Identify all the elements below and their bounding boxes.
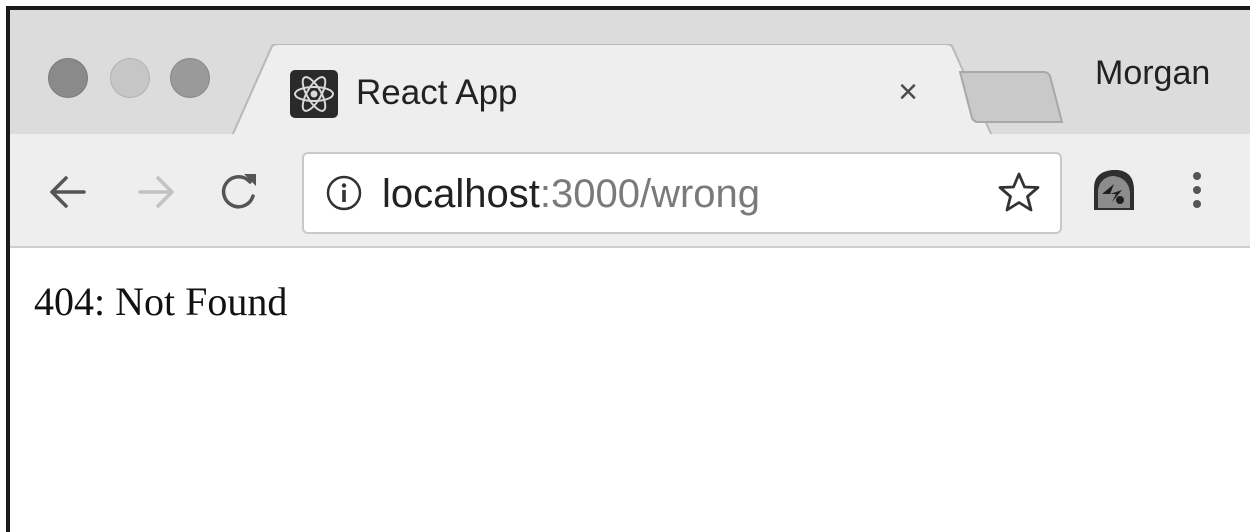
kebab-menu-icon[interactable] bbox=[1182, 160, 1212, 220]
browser-window: React App × Morgan localhost:3000/wrong … bbox=[6, 6, 1250, 532]
star-icon[interactable] bbox=[996, 170, 1042, 216]
profile-name[interactable]: Morgan bbox=[1095, 48, 1210, 98]
window-close-button[interactable] bbox=[48, 58, 88, 98]
tab-react-app[interactable]: React App × bbox=[232, 44, 992, 134]
new-tab-button[interactable] bbox=[956, 66, 1064, 128]
tab-title: React App bbox=[356, 73, 518, 112]
window-minimize-button[interactable] bbox=[110, 58, 150, 98]
info-icon[interactable] bbox=[324, 173, 364, 213]
window-zoom-button[interactable] bbox=[170, 58, 210, 98]
page-viewport: 404: Not Found bbox=[10, 248, 1250, 532]
not-found-message: 404: Not Found bbox=[34, 279, 288, 324]
react-logo-icon bbox=[290, 70, 338, 118]
toolbar: localhost:3000/wrong bbox=[10, 134, 1250, 248]
tab-close-icon[interactable]: × bbox=[886, 70, 930, 114]
url-path: :3000/wrong bbox=[539, 172, 761, 216]
reload-icon[interactable] bbox=[210, 164, 266, 220]
url-host: localhost bbox=[382, 172, 540, 216]
url-text[interactable]: localhost:3000/wrong bbox=[382, 168, 760, 220]
tab-strip: React App × Morgan bbox=[10, 10, 1250, 136]
extension-icon[interactable] bbox=[1088, 164, 1140, 216]
arrow-left-icon[interactable] bbox=[40, 164, 96, 220]
arrow-right-icon[interactable] bbox=[128, 164, 184, 220]
address-bar[interactable]: localhost:3000/wrong bbox=[302, 152, 1062, 234]
